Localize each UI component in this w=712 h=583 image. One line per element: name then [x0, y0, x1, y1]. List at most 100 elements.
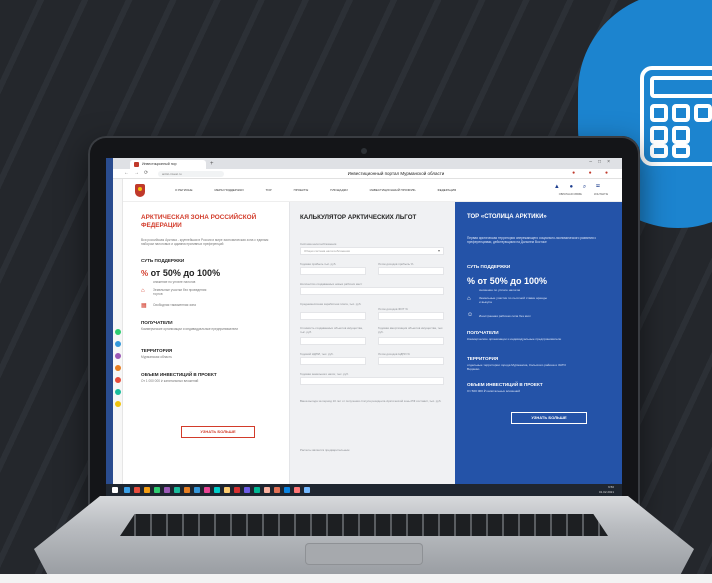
address-bar: ←→⟳ arctic-invest.ru Инвестиционный порт… [106, 169, 622, 179]
new-tab-icon[interactable]: + [210, 160, 214, 168]
tor-territory-heading: ТЕРРИТОРИЯ [467, 356, 499, 361]
menu-item-sites[interactable]: ПЛОЩАДКИ [330, 188, 347, 192]
tor-support-note: снижение по уплате налогов [479, 288, 521, 292]
support-percentage-text: от 50% до 100% [150, 268, 221, 278]
app-icon[interactable] [115, 329, 121, 335]
depreciation-input[interactable] [378, 337, 444, 345]
app-icon[interactable] [115, 401, 121, 407]
taskbar-app-icon[interactable] [124, 487, 130, 493]
tor-territory-text: отдельные территории города Мурманска, К… [467, 363, 566, 371]
feedback-link[interactable]: ОБРАТНАЯ СВЯЗЬ [559, 193, 582, 196]
taskbar-app-icon[interactable] [164, 487, 170, 493]
webcam [361, 148, 367, 154]
land-item: Земельные участки без проведения торгов [153, 288, 207, 297]
annual-profit-input[interactable] [300, 267, 366, 275]
investment-heading: ОБЪЕМ ИНВЕСТИЦИЙ В ПРОЕКТ [141, 372, 217, 377]
tor-percent-icon: % [467, 276, 476, 286]
taskbar-app-icon[interactable] [174, 487, 180, 493]
taskbar-app-icon[interactable] [194, 487, 200, 493]
window-controls[interactable]: –□× [589, 159, 616, 165]
new-jobs-input[interactable] [300, 287, 444, 295]
tax-system-label: Система налогообложения [300, 242, 337, 246]
tor-recipients-text: Коммерческие организации и индивидуальны… [467, 337, 562, 341]
browser-tab[interactable]: Инвестиционный пор [130, 160, 206, 169]
taskbar-app-icon[interactable] [154, 487, 160, 493]
menu-item-support[interactable]: МЕРЫ ПОДДЕРЖКИ [214, 188, 243, 192]
contacts-link[interactable]: КОНТАКТЫ [594, 193, 608, 196]
taskbar-app-icon[interactable] [144, 487, 150, 493]
menu-item-profile[interactable]: ИНВЕСТИЦИОННЫЙ ПРОФИЛЬ [370, 188, 416, 192]
taskbar-app-icon[interactable] [254, 487, 260, 493]
field-label: Лоток доходов НДПИ % [378, 352, 410, 356]
tor-recipients-heading: ПОЛУЧАТЕЛИ [467, 330, 499, 335]
percent-icon: % [141, 269, 149, 278]
taskbar-app-icon[interactable] [204, 487, 210, 493]
taskbar-app-icon[interactable] [304, 487, 310, 493]
menu-item-federation[interactable]: ФЕДЕРАЦИЯ [437, 188, 456, 192]
mineral-tax-input[interactable] [300, 357, 366, 365]
tax-system-select[interactable]: Общая система налогообложения [300, 247, 444, 255]
tor-jobs-item: Иностранная рабочая сила без квот [479, 314, 531, 318]
calculator-icon [640, 66, 712, 166]
payroll-share-input[interactable] [378, 312, 444, 320]
mineral-share-input[interactable] [378, 357, 444, 365]
tor-support-heading: СУТЬ ПОДДЕРЖКИ [467, 264, 511, 269]
app-icon[interactable] [115, 353, 121, 359]
start-icon[interactable] [112, 487, 118, 493]
property-cost-input[interactable] [300, 337, 366, 345]
menu-item-projects[interactable]: ПРОЕКТЫ [294, 188, 309, 192]
app-icon[interactable] [115, 377, 121, 383]
region-coat-of-arms-icon[interactable] [135, 184, 145, 197]
taskbar-app-icon[interactable] [184, 487, 190, 493]
arctic-zone-title: АРКТИЧЕСКАЯ ЗОНА РОССИЙСКОЙ ФЕДЕРАЦИИ [141, 214, 257, 229]
taskbar-app-icon[interactable] [234, 487, 240, 493]
profit-share-input[interactable] [378, 267, 444, 275]
recipients-text: Коммерческие организации и индивидуальны… [141, 327, 239, 331]
tor-jobs-icon: ☺ [467, 312, 474, 318]
field-label: Количество создаваемых новых рабочих мес… [300, 282, 363, 286]
calculator-title: КАЛЬКУЛЯТОР АРКТИЧЕСКИХ ЛЬГОТ [300, 214, 417, 221]
avg-salary-input[interactable] [300, 312, 366, 320]
favicon-icon [134, 162, 139, 167]
tor-investment-text: От 500 000 ₽ капитальных вложений [467, 389, 521, 393]
result-label: Ваша выгода за период 10 лет от получени… [300, 399, 442, 403]
tor-learn-more-button[interactable]: УЗНАТЬ БОЛЬШЕ [511, 412, 587, 424]
taskbar-app-icon[interactable] [274, 487, 280, 493]
territory-text: Мурманская область [141, 355, 172, 359]
header-tools[interactable]: ▲ ● ⌕ ✉ [554, 184, 604, 191]
arctic-zone-column: АРКТИЧЕСКАЯ ЗОНА РОССИЙСКОЙ ФЕДЕРАЦИИ Вс… [123, 202, 289, 484]
taskbar-app-icon[interactable] [134, 487, 140, 493]
app-icon[interactable] [115, 389, 121, 395]
system-clock[interactable]: 9:50 01.02.2021 [599, 485, 614, 494]
tor-description: Первая арктическая территория опережающе… [467, 236, 597, 245]
menu-item-tor[interactable]: ТОР [266, 188, 272, 192]
floor-strip [0, 574, 712, 583]
field-label: Годовой НДПИ, тыс. руб. [300, 352, 334, 356]
tor-title: ТОР «СТОЛИЦА АРКТИКИ» [467, 214, 547, 220]
laptop-lid: Инвестиционный пор + –□× ←→⟳ arctic-inve… [88, 136, 640, 512]
taskbar-app-icon[interactable] [224, 487, 230, 493]
field-label: Годовая прибыль тыс. руб. [300, 262, 337, 266]
taskbar-app-icon[interactable] [294, 487, 300, 493]
menu-item-region[interactable]: О РЕГИОНЕ [175, 188, 192, 192]
main-menu: О РЕГИОНЕ МЕРЫ ПОДДЕРЖКИ ТОР ПРОЕКТЫ ПЛО… [175, 188, 456, 192]
laptop-keyboard [120, 514, 608, 536]
learn-more-button[interactable]: УЗНАТЬ БОЛЬШЕ [181, 426, 255, 438]
browser-extension-icons[interactable]: ● ● ● [572, 170, 614, 176]
taskbar-app-icon[interactable] [214, 487, 220, 493]
field-label: Стоимость создаваемых объектов имущества… [300, 326, 363, 334]
app-icon[interactable] [115, 341, 121, 347]
land-tax-input[interactable] [300, 377, 444, 385]
laptop-trackpad [305, 543, 423, 565]
field-label: Годовая амортизация объектов имущества, … [378, 326, 444, 334]
scene: Инвестиционный пор + –□× ←→⟳ arctic-inve… [0, 0, 712, 583]
url-field[interactable]: arctic-invest.ru [158, 171, 224, 177]
taskbar-app-icon[interactable] [244, 487, 250, 493]
recipients-heading: ПОЛУЧАТЕЛИ [141, 320, 173, 325]
taskbar-app-icon[interactable] [284, 487, 290, 493]
tor-land-icon: ⌂ [467, 296, 471, 302]
app-icon[interactable] [115, 365, 121, 371]
nav-buttons[interactable]: ←→⟳ [124, 170, 153, 176]
taskbar-app-icon[interactable] [264, 487, 270, 493]
laptop-screen: Инвестиционный пор + –□× ←→⟳ arctic-inve… [106, 158, 622, 496]
